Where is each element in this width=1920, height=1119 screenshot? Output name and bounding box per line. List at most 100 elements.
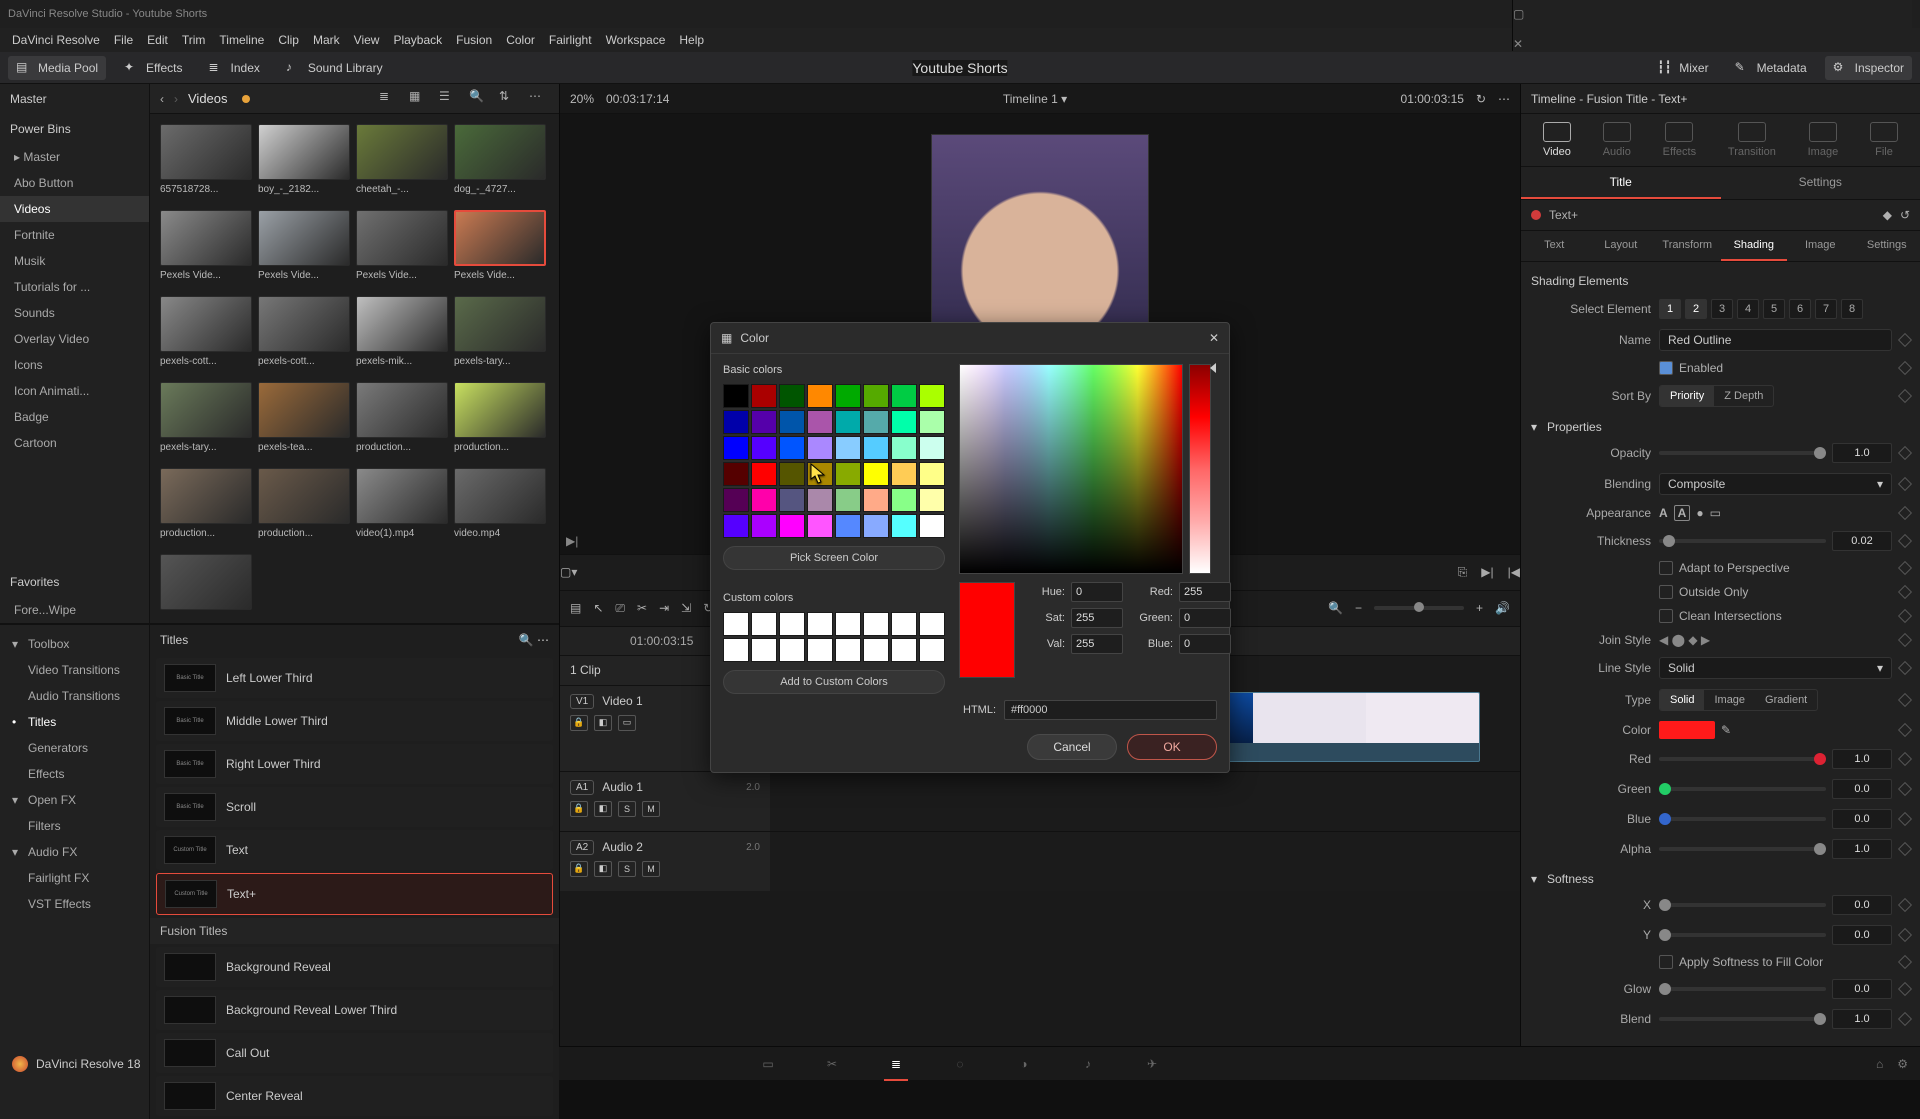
basic-color-swatch[interactable] [863, 384, 889, 408]
pill-settings[interactable]: Settings [1854, 231, 1920, 261]
hue-slider[interactable] [1189, 364, 1211, 574]
step-forward-icon[interactable]: ▶| [566, 534, 578, 548]
basic-color-swatch[interactable] [779, 384, 805, 408]
overwrite-icon[interactable]: ⇲ [681, 601, 691, 615]
softness-x-slider[interactable] [1659, 903, 1826, 907]
basic-color-swatch[interactable] [835, 514, 861, 538]
media-clip[interactable]: production... [160, 468, 252, 548]
media-clip[interactable]: pexels-tea... [258, 382, 350, 462]
blade-tool-icon[interactable]: ✂ [637, 601, 647, 615]
list-view-icon[interactable]: ≣ [379, 89, 399, 109]
selection-tool-icon[interactable]: ↖ [593, 601, 603, 615]
appearance-buttons[interactable]: AA●▭ [1659, 505, 1892, 521]
basic-color-swatch[interactable] [723, 384, 749, 408]
sound-library-button[interactable]: ♪Sound Library [278, 56, 391, 80]
index-button[interactable]: ≣Index [201, 56, 268, 80]
basic-color-swatch[interactable] [919, 488, 945, 512]
basic-color-swatch[interactable] [863, 488, 889, 512]
bin-item[interactable]: Sounds [0, 300, 149, 326]
zoom-slider[interactable] [1374, 606, 1464, 610]
basic-color-swatch[interactable] [723, 462, 749, 486]
basic-color-swatch[interactable] [723, 410, 749, 434]
bin-back-icon[interactable]: ‹ [160, 92, 164, 106]
pick-screen-color-button[interactable]: Pick Screen Color [723, 546, 945, 570]
basic-color-swatch[interactable] [919, 436, 945, 460]
blending-select[interactable]: Composite▾ [1659, 473, 1892, 495]
mute-icon[interactable]: M [642, 801, 660, 817]
menu-view[interactable]: View [354, 33, 380, 47]
basic-color-swatch[interactable] [891, 384, 917, 408]
page-color[interactable]: ◑ [1012, 1054, 1036, 1074]
mixer-button[interactable]: ┇┇Mixer [1649, 56, 1716, 80]
pill-image[interactable]: Image [1787, 231, 1854, 261]
subtab-title[interactable]: Title [1521, 167, 1721, 199]
bin-item[interactable]: Badge [0, 404, 149, 430]
softness-y-slider[interactable] [1659, 933, 1826, 937]
basic-color-swatch[interactable] [779, 462, 805, 486]
basic-color-swatch[interactable] [919, 462, 945, 486]
sortby-toggle[interactable]: PriorityZ Depth [1659, 385, 1774, 407]
fx-tree-item[interactable]: Audio Transitions [0, 683, 149, 709]
ok-button[interactable]: OK [1127, 734, 1217, 760]
node-enable-dot[interactable] [1531, 210, 1541, 220]
page-edit[interactable]: ≣ [884, 1054, 908, 1074]
fusion-title-preset[interactable]: Background Reveal Lower Third [156, 990, 553, 1030]
pill-text[interactable]: Text [1521, 231, 1588, 261]
element-name-field[interactable]: Red Outline [1659, 329, 1892, 351]
custom-color-swatch[interactable] [751, 612, 777, 636]
basic-color-swatch[interactable] [919, 514, 945, 538]
basic-color-swatch[interactable] [919, 410, 945, 434]
bin-item[interactable]: Videos [0, 196, 149, 222]
basic-color-swatch[interactable] [835, 410, 861, 434]
media-clip[interactable]: production... [356, 382, 448, 462]
keyframe-nav-icon[interactable]: ◆ [1883, 208, 1892, 222]
eyedropper-icon[interactable]: ✎ [1721, 723, 1731, 737]
basic-color-swatch[interactable] [807, 410, 833, 434]
title-preset[interactable]: Basic TitleMiddle Lower Third [156, 701, 553, 741]
fx-tree-item[interactable]: Filters [0, 813, 149, 839]
html-color-input[interactable]: #ff0000 [1004, 700, 1217, 720]
basic-color-swatch[interactable] [891, 462, 917, 486]
window-close-icon[interactable]: ✕ [1513, 37, 1527, 51]
basic-color-swatch[interactable] [779, 410, 805, 434]
basic-color-swatch[interactable] [891, 514, 917, 538]
media-clip[interactable]: boy_-_2182... [258, 124, 350, 204]
inspector-tab-image[interactable]: Image [1808, 122, 1839, 158]
blue-input[interactable]: 0 [1179, 634, 1231, 654]
red-input[interactable]: 255 [1179, 582, 1231, 602]
menu-file[interactable]: File [114, 33, 133, 47]
adapt-checkbox[interactable] [1659, 561, 1673, 575]
project-settings-icon[interactable]: ⚙ [1897, 1057, 1908, 1071]
fusion-title-preset[interactable]: Call Out [156, 1033, 553, 1073]
custom-color-swatch[interactable] [723, 638, 749, 662]
blue-slider[interactable] [1659, 817, 1826, 821]
element-button[interactable]: 6 [1789, 299, 1811, 319]
custom-color-swatch[interactable] [863, 612, 889, 636]
title-preset[interactable]: Custom TitleText [156, 830, 553, 870]
menu-trim[interactable]: Trim [182, 33, 206, 47]
color-swatch[interactable] [1659, 721, 1715, 739]
match-frame-icon[interactable]: ⎘ [1458, 565, 1468, 580]
custom-color-swatch[interactable] [751, 638, 777, 662]
close-icon[interactable]: ✕ [1209, 331, 1219, 345]
page-cut[interactable]: ✂ [820, 1054, 844, 1074]
basic-color-swatch[interactable] [723, 488, 749, 512]
media-clip[interactable]: Pexels Vide... [454, 210, 546, 290]
element-button[interactable]: 5 [1763, 299, 1785, 319]
opacity-value[interactable]: 1.0 [1832, 443, 1892, 463]
visible-icon[interactable]: ▭ [618, 715, 636, 731]
menu-playback[interactable]: Playback [393, 33, 442, 47]
menu-workspace[interactable]: Workspace [606, 33, 666, 47]
thumb-view-icon[interactable]: ▦ [409, 89, 429, 109]
pill-transform[interactable]: Transform [1654, 231, 1721, 261]
fx-tree-item[interactable]: VST Effects [0, 891, 149, 917]
fusion-title-preset[interactable]: Background Reveal [156, 947, 553, 987]
lock-icon[interactable]: 🔒 [570, 801, 588, 817]
search-icon[interactable]: 🔍 [469, 89, 489, 109]
element-button[interactable]: 1 [1659, 299, 1681, 319]
media-clip[interactable]: Pexels Vide... [356, 210, 448, 290]
basic-color-swatch[interactable] [751, 410, 777, 434]
snap-icon[interactable]: 🔍 [1328, 601, 1343, 615]
fx-tree-item[interactable]: ▾Toolbox [0, 631, 149, 657]
bin-item[interactable]: Overlay Video [0, 326, 149, 352]
